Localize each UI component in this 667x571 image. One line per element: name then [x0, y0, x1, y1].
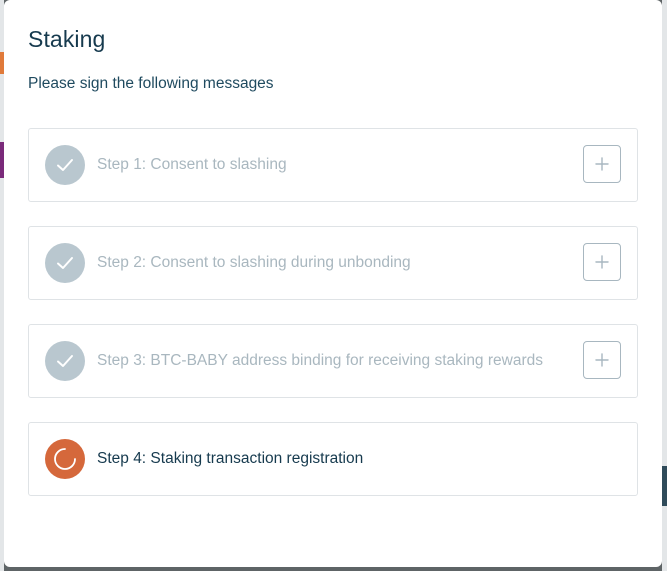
modal-title: Staking [28, 26, 106, 52]
spinner-icon [45, 439, 85, 479]
background-page-bar [662, 466, 667, 506]
step-2: Step 2: Consent to slashing during unbon… [28, 226, 638, 300]
plus-icon [595, 255, 609, 269]
step-label: Step 2: Consent to slashing during unbon… [97, 254, 411, 271]
modal-subtitle: Please sign the following messages [28, 75, 274, 92]
step-4: Step 4: Staking transaction registration [28, 422, 638, 496]
step-1: Step 1: Consent to slashing [28, 128, 638, 202]
step-label: Step 1: Consent to slashing [97, 156, 287, 173]
check-icon [45, 145, 85, 185]
plus-icon [595, 353, 609, 367]
staking-modal: Staking Please sign the following messag… [4, 0, 662, 567]
step-label: Step 3: BTC-BABY address binding for rec… [97, 352, 543, 369]
step-3: Step 3: BTC-BABY address binding for rec… [28, 324, 638, 398]
expand-step-3-button[interactable] [583, 341, 621, 379]
check-icon [45, 341, 85, 381]
check-icon [45, 243, 85, 283]
expand-step-2-button[interactable] [583, 243, 621, 281]
steps-list: Step 1: Consent to slashing Step 2: Cons… [28, 128, 638, 520]
step-label: Step 4: Staking transaction registration [97, 450, 364, 467]
plus-icon [595, 157, 609, 171]
expand-step-1-button[interactable] [583, 145, 621, 183]
